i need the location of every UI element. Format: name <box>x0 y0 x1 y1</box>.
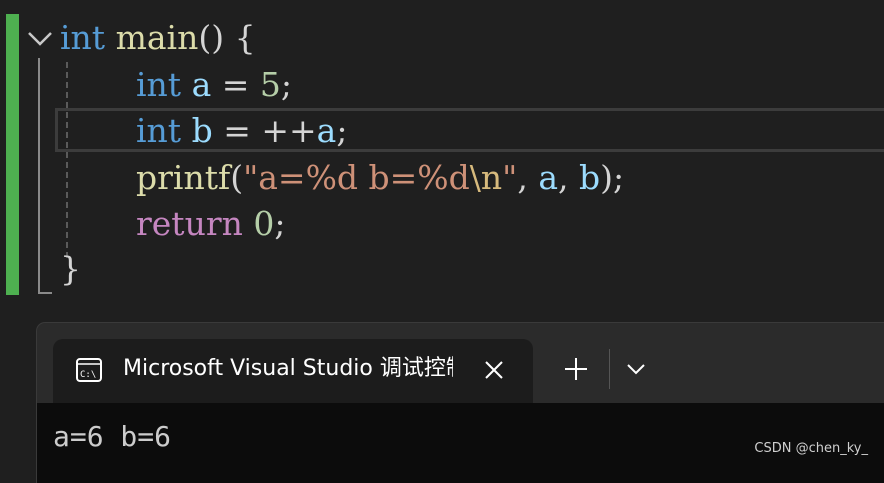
keyword-token: int <box>136 65 182 104</box>
code-line-3[interactable]: int b = ++a; <box>136 108 347 154</box>
keyword-token: int <box>136 111 182 150</box>
operator-token: = ++ <box>212 111 317 150</box>
punctuation-token: ; <box>274 204 286 243</box>
terminal-tab-title: Microsoft Visual Studio 调试控制台 <box>123 356 453 381</box>
close-icon[interactable] <box>483 359 505 381</box>
closing-brace-token: } <box>60 249 81 288</box>
number-token: 0 <box>253 204 275 243</box>
punctuation-token: , <box>517 158 539 197</box>
punctuation-token: ); <box>600 158 625 197</box>
control-keyword-token: return <box>136 204 243 243</box>
function-name-token: printf <box>136 158 231 197</box>
fold-chevron-icon[interactable] <box>26 26 54 50</box>
operator-token: = <box>211 65 260 104</box>
escape-sequence-token: \n <box>469 158 503 197</box>
scope-guide-line <box>38 58 40 294</box>
punctuation-token: , <box>558 158 580 197</box>
change-indicator-bar <box>6 14 19 295</box>
svg-text:C:\: C:\ <box>80 370 96 380</box>
tab-separator <box>609 349 610 389</box>
scope-guide-end <box>38 292 52 294</box>
indent-guide <box>66 62 68 258</box>
punctuation-token: () { <box>198 18 256 57</box>
string-token: " <box>502 158 518 197</box>
punctuation-token: ; <box>280 65 293 104</box>
string-token: "a=%d b=%d <box>243 158 470 197</box>
terminal-tab[interactable]: C:\ Microsoft Visual Studio 调试控制台 <box>53 339 533 403</box>
code-line-4[interactable]: printf("a=%d b=%d\n", a, b); <box>136 155 624 201</box>
console-icon: C:\ <box>76 358 102 382</box>
keyword-token: int <box>60 18 106 57</box>
variable-token: b <box>191 111 213 150</box>
watermark-text: CSDN @chen_ky_ <box>754 441 868 456</box>
chevron-down-icon[interactable] <box>625 361 647 377</box>
terminal-output-text: a=6 b=6 <box>53 420 172 453</box>
variable-token: b <box>579 158 601 197</box>
variable-token: a <box>316 111 337 150</box>
variable-token: a <box>538 158 559 197</box>
plus-icon[interactable] <box>563 356 589 382</box>
code-line-1[interactable]: int main() { <box>60 15 256 61</box>
code-line-2[interactable]: int a = 5; <box>136 62 292 108</box>
code-line-5[interactable]: return 0; <box>136 201 285 247</box>
punctuation-token: ( <box>230 158 244 197</box>
code-line-6[interactable]: } <box>60 246 81 292</box>
number-token: 5 <box>259 65 281 104</box>
variable-token: a <box>191 65 212 104</box>
punctuation-token: ; <box>336 111 348 150</box>
terminal-window: C:\ Microsoft Visual Studio 调试控制台 a=6 b=… <box>36 322 884 483</box>
function-name-token: main <box>115 18 199 57</box>
code-editor[interactable]: int main() { int a = 5; int b = ++a; pri… <box>0 0 884 300</box>
